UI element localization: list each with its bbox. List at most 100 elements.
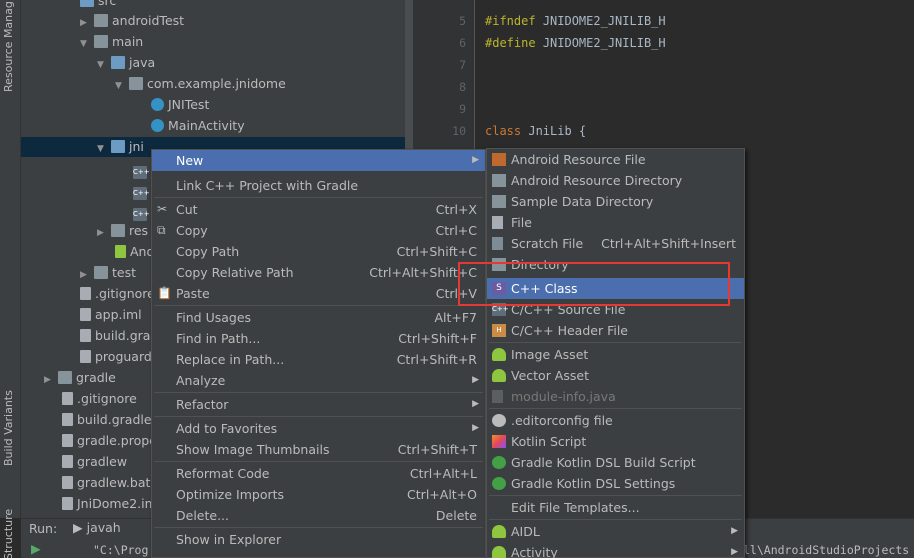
tree-item-jnitest[interactable]: JNITest bbox=[151, 94, 209, 115]
tree-item-androidtest[interactable]: ▶ androidTest bbox=[80, 10, 184, 31]
submenu-item-edit-file-templates[interactable]: Edit File Templates... bbox=[487, 497, 744, 518]
submenu-arrow-icon: ▶ bbox=[472, 155, 479, 165]
menu-item-show-image-thumbnails[interactable]: Show Image Thumbnails Ctrl+Shift+T bbox=[152, 439, 485, 460]
tree-item-cpp-file[interactable]: C++ bbox=[133, 199, 151, 221]
macro-identifier: JNIDOME2_JNILIB_H bbox=[542, 36, 666, 50]
rerun-icon[interactable]: ▶ bbox=[31, 541, 41, 556]
tree-item-jni[interactable]: ▼ jni bbox=[97, 136, 144, 157]
gradle-icon bbox=[492, 456, 506, 469]
menu-item-replace-in-path[interactable]: Replace in Path... Ctrl+Shift+R bbox=[152, 349, 485, 370]
tree-item-jnidome-iml[interactable]: JniDome2.im bbox=[62, 493, 157, 514]
menu-item-optimize-imports[interactable]: Optimize Imports Ctrl+Alt+O bbox=[152, 484, 485, 505]
scratch-file-icon bbox=[492, 237, 503, 250]
tree-item-gradlew-bat[interactable]: gradlew.bat bbox=[62, 472, 150, 493]
submenu-item-scratch-file[interactable]: Scratch File Ctrl+Alt+Shift+Insert bbox=[487, 233, 744, 254]
tree-item-java[interactable]: ▼ java bbox=[97, 52, 155, 73]
submenu-item-kotlin-script[interactable]: Kotlin Script bbox=[487, 431, 744, 452]
file-icon bbox=[80, 350, 91, 363]
run-label: Run: bbox=[29, 521, 58, 536]
submenu-arrow-icon: ▶ bbox=[472, 375, 479, 385]
tree-item-app-iml[interactable]: app.iml bbox=[80, 304, 142, 325]
menu-item-new[interactable]: New ▶ bbox=[152, 150, 485, 171]
cpp-header-icon: H bbox=[492, 324, 506, 337]
chevron-down-icon[interactable]: ▼ bbox=[97, 139, 111, 160]
tree-item-main[interactable]: ▼ main bbox=[80, 31, 143, 52]
submenu-item-android-resource-file[interactable]: Android Resource File bbox=[487, 149, 744, 170]
menu-item-link-cpp[interactable]: Link C++ Project with Gradle bbox=[152, 175, 485, 196]
submenu-item-gradle-kotlin-settings[interactable]: Gradle Kotlin DSL Settings bbox=[487, 473, 744, 494]
chevron-down-icon[interactable]: ▼ bbox=[97, 55, 111, 76]
tree-item-test[interactable]: ▶ test bbox=[80, 262, 136, 283]
kotlin-icon bbox=[492, 435, 506, 448]
menu-item-delete[interactable]: Delete... Delete bbox=[152, 505, 485, 526]
menu-item-paste[interactable]: 📋 Paste Ctrl+V bbox=[152, 283, 485, 304]
submenu-item-cpp-header-file[interactable]: H C/C++ Header File bbox=[487, 320, 744, 341]
tree-item-proguard[interactable]: proguard bbox=[80, 346, 152, 367]
folder-icon bbox=[492, 195, 506, 208]
menu-separator bbox=[154, 305, 483, 306]
gradle-icon bbox=[62, 413, 73, 426]
tree-item-gradle[interactable]: ▶ gradle bbox=[44, 367, 116, 388]
menu-item-analyze[interactable]: Analyze ▶ bbox=[152, 370, 485, 391]
tree-item-cpp-file[interactable]: C++ bbox=[133, 157, 151, 179]
submenu-item-vector-asset[interactable]: Vector Asset bbox=[487, 365, 744, 386]
menu-item-add-to-favorites[interactable]: Add to Favorites ▶ bbox=[152, 418, 485, 439]
preprocessor-keyword: #define bbox=[485, 36, 536, 50]
line-number: 7 bbox=[459, 58, 466, 72]
submenu-item-sample-data-directory[interactable]: Sample Data Directory bbox=[487, 191, 744, 212]
gradle-icon bbox=[62, 434, 73, 447]
menu-item-copy[interactable]: ⧉ Copy Ctrl+C bbox=[152, 220, 485, 241]
submenu-item-file[interactable]: File bbox=[487, 212, 744, 233]
menu-item-show-in-explorer[interactable]: Show in Explorer bbox=[152, 529, 485, 550]
resource-manager-tab[interactable]: Resource Manag bbox=[2, 1, 15, 92]
submenu-item-image-asset[interactable]: Image Asset bbox=[487, 344, 744, 365]
folder-icon bbox=[58, 371, 72, 384]
menu-separator bbox=[154, 197, 483, 198]
chevron-right-icon[interactable]: ▶ bbox=[44, 370, 58, 391]
submenu-item-android-resource-directory[interactable]: Android Resource Directory bbox=[487, 170, 744, 191]
chevron-down-icon[interactable]: ▼ bbox=[80, 34, 94, 55]
package-icon bbox=[129, 77, 143, 90]
android-resource-file-icon bbox=[492, 153, 506, 166]
tree-item-mainactivity[interactable]: MainActivity bbox=[151, 115, 245, 136]
run-config-tab[interactable]: ▶ javah bbox=[73, 520, 121, 535]
menu-item-copy-relative-path[interactable]: Copy Relative Path Ctrl+Alt+Shift+C bbox=[152, 262, 485, 283]
submenu-arrow-icon: ▶ bbox=[731, 547, 738, 557]
structure-tab[interactable]: Structure bbox=[2, 509, 15, 558]
tree-item-gradlew[interactable]: gradlew bbox=[62, 451, 127, 472]
chevron-down-icon[interactable]: ▼ bbox=[115, 76, 129, 97]
menu-item-find-in-path[interactable]: Find in Path... Ctrl+Shift+F bbox=[152, 328, 485, 349]
submenu-item-activity[interactable]: Activity ▶ bbox=[487, 542, 744, 558]
submenu-item-editorconfig[interactable]: .editorconfig file bbox=[487, 410, 744, 431]
menu-item-refactor[interactable]: Refactor ▶ bbox=[152, 394, 485, 415]
code-line: class JniLib { bbox=[485, 124, 586, 138]
build-variants-tab[interactable]: Build Variants bbox=[2, 390, 15, 466]
chevron-right-icon[interactable]: ▶ bbox=[97, 223, 111, 244]
tree-scrollbar[interactable] bbox=[405, 0, 413, 160]
left-tool-strip: Resource Manag Build Variants Structure bbox=[0, 0, 21, 558]
tree-item-build-gradle[interactable]: build.grad bbox=[80, 325, 158, 346]
tree-item-res[interactable]: ▶ res bbox=[97, 220, 148, 241]
tree-item-manifest[interactable]: And bbox=[115, 241, 154, 262]
menu-separator bbox=[154, 416, 483, 417]
tree-item-package[interactable]: ▼ com.example.jnidome bbox=[115, 73, 286, 94]
menu-item-copy-path[interactable]: Copy Path Ctrl+Shift+C bbox=[152, 241, 485, 262]
menu-item-find-usages[interactable]: Find Usages Alt+F7 bbox=[152, 307, 485, 328]
folder-icon bbox=[94, 35, 108, 48]
menu-item-cut[interactable]: ✂ Cut Ctrl+X bbox=[152, 199, 485, 220]
tree-item-gradle-properties[interactable]: gradle.prope bbox=[62, 430, 157, 451]
tree-item-root-gitignore[interactable]: .gitignore bbox=[62, 388, 137, 409]
folder-icon bbox=[111, 140, 125, 153]
menu-separator bbox=[154, 461, 483, 462]
submenu-item-module-info[interactable]: module-info.java bbox=[487, 386, 744, 407]
submenu-item-gradle-kotlin-build[interactable]: Gradle Kotlin DSL Build Script bbox=[487, 452, 744, 473]
tree-item-root-build-gradle[interactable]: build.gradle bbox=[62, 409, 152, 430]
tree-item-cpp-file[interactable]: C++ bbox=[133, 178, 151, 200]
file-icon bbox=[62, 476, 73, 489]
menu-item-reformat-code[interactable]: Reformat Code Ctrl+Alt+L bbox=[152, 463, 485, 484]
submenu-item-aidl[interactable]: AIDL ▶ bbox=[487, 521, 744, 542]
class-name: JniLib { bbox=[528, 124, 587, 138]
console-output-right: ll\AndroidStudioProjects bbox=[743, 543, 910, 557]
tree-item-gitignore[interactable]: .gitignore bbox=[80, 283, 155, 304]
submenu-arrow-icon: ▶ bbox=[731, 526, 738, 536]
